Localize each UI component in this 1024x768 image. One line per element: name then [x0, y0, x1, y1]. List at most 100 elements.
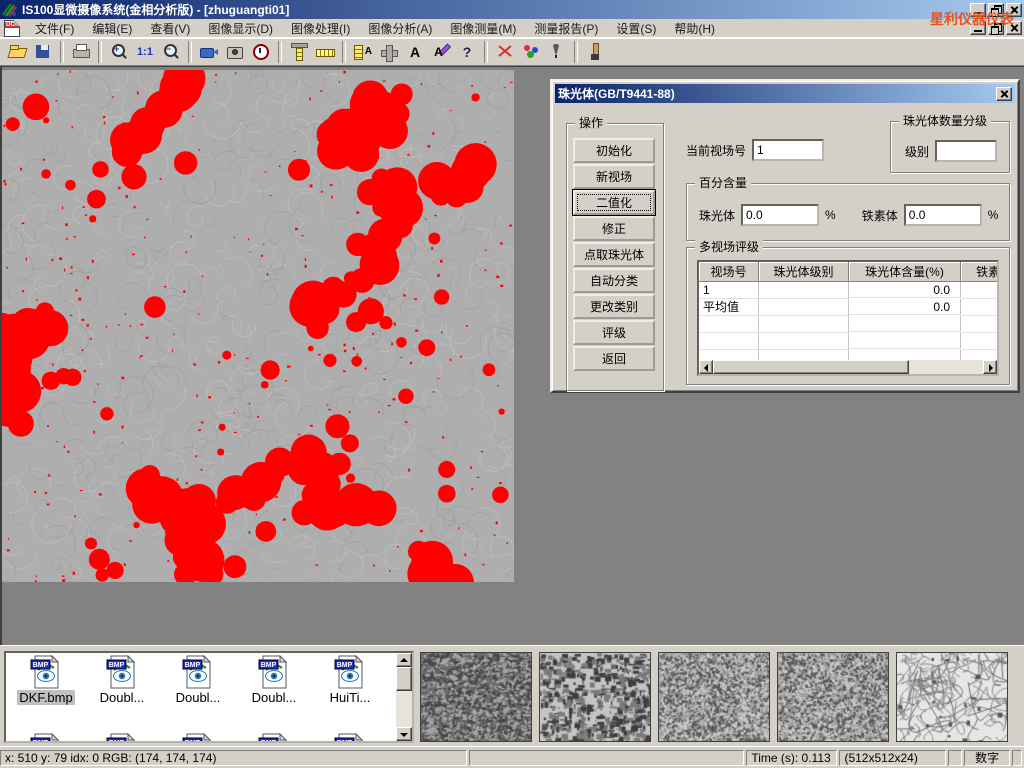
- status-time: Time (s): 0.113: [746, 750, 837, 766]
- menu-item-edit[interactable]: 编辑(E): [83, 18, 141, 39]
- col-ferrite-content: 铁素体含量(%): [961, 262, 999, 282]
- file-item[interactable]: BMP DKF.bmp: [8, 655, 84, 705]
- thumbnail-4[interactable]: [777, 652, 889, 742]
- grade-label: 级别: [905, 143, 929, 160]
- bmp-file-icon: BMP: [181, 733, 215, 743]
- file-item[interactable]: BMP: [8, 733, 84, 743]
- document-icon: [4, 20, 20, 37]
- scroll-up-button[interactable]: [396, 653, 412, 667]
- specimen-image[interactable]: [2, 70, 514, 582]
- table-empty-row: [699, 316, 997, 333]
- timer-button[interactable]: [248, 40, 274, 64]
- file-name[interactable]: Doubl...: [250, 690, 299, 705]
- scroll-left-button[interactable]: [699, 360, 713, 374]
- file-row-1: BMP DKF.bmp BMP Doubl...: [8, 655, 388, 705]
- table-row[interactable]: 1 0.0: [699, 282, 997, 299]
- svg-text:BMP: BMP: [109, 740, 125, 743]
- change-class-button[interactable]: 更改类别: [573, 294, 655, 319]
- scrollbar-thumb[interactable]: [396, 667, 412, 691]
- file-item[interactable]: BMP HuiTi...: [312, 655, 388, 705]
- grade-button[interactable]: 评级: [573, 320, 655, 345]
- measure-annotation-button[interactable]: A: [350, 40, 376, 64]
- grade-group-label: 珠光体数量分级: [899, 114, 991, 128]
- pick-pearlite-button[interactable]: 点取珠光体: [573, 242, 655, 267]
- text-edit-button[interactable]: A: [428, 40, 454, 64]
- application-window: IS100显微摄像系统(金相分析版) - [zhuguangti01] 星利仪器…: [0, 0, 1024, 768]
- current-field-input[interactable]: [752, 139, 824, 161]
- table-row[interactable]: 平均值 0.0: [699, 299, 997, 316]
- new-field-button[interactable]: 新视场: [573, 164, 655, 189]
- return-button[interactable]: 返回: [573, 346, 655, 371]
- menu-item-image-measure[interactable]: 图像测量(M): [441, 18, 525, 39]
- menu-item-measure-report[interactable]: 测量报告(P): [525, 18, 607, 39]
- ferrite-percent-input[interactable]: [904, 204, 982, 226]
- scroll-down-button[interactable]: [396, 727, 412, 741]
- curve-tool-button[interactable]: [492, 40, 518, 64]
- camera-capture-button[interactable]: [222, 40, 248, 64]
- bmp-file-icon: BMP: [105, 655, 139, 689]
- menu-item-image-processing[interactable]: 图像处理(I): [282, 18, 359, 39]
- zoom-in-button[interactable]: +: [106, 40, 132, 64]
- toolbar-separator: [188, 41, 192, 63]
- bottom-panel: BMP DKF.bmp BMP Doubl...: [0, 645, 1024, 746]
- file-name[interactable]: Doubl...: [174, 690, 223, 705]
- file-item[interactable]: BMP: [312, 733, 388, 743]
- operations-group-label: 操作: [575, 116, 607, 130]
- brush-tool-button[interactable]: [582, 40, 608, 64]
- table-horizontal-scrollbar[interactable]: [699, 360, 997, 374]
- move-tool-button[interactable]: [376, 40, 402, 64]
- print-button[interactable]: [68, 40, 94, 64]
- menu-item-settings[interactable]: 设置(S): [607, 18, 665, 39]
- menu-item-view[interactable]: 查看(V): [141, 18, 199, 39]
- binarize-button[interactable]: 二值化: [573, 190, 655, 215]
- grade-input[interactable]: [935, 140, 997, 162]
- title-bar: IS100显微摄像系统(金相分析版) - [zhuguangti01]: [0, 0, 1024, 19]
- text-tool-button[interactable]: A: [402, 40, 428, 64]
- open-file-button[interactable]: [4, 40, 30, 64]
- file-row-2: BMP BMP BMP: [8, 733, 388, 743]
- thumbnail-5[interactable]: [896, 652, 1008, 742]
- auto-classify-button[interactable]: 自动分类: [573, 268, 655, 293]
- thumbnail-2[interactable]: [539, 652, 651, 742]
- file-name[interactable]: Doubl...: [98, 690, 147, 705]
- menu-item-image-display[interactable]: 图像显示(D): [199, 18, 282, 39]
- file-item[interactable]: BMP Doubl...: [160, 655, 236, 705]
- file-item[interactable]: BMP Doubl...: [84, 655, 160, 705]
- dialog-title-bar[interactable]: 珠光体(GB/T9441-88): [555, 84, 1015, 103]
- thumbnail-1[interactable]: [420, 652, 532, 742]
- video-capture-button[interactable]: [196, 40, 222, 64]
- menu-item-image-analysis[interactable]: 图像分析(A): [359, 18, 441, 39]
- file-list[interactable]: BMP DKF.bmp BMP Doubl...: [4, 651, 414, 743]
- thumbnail-3[interactable]: [658, 652, 770, 742]
- window-title: IS100显微摄像系统(金相分析版) - [zhuguangti01]: [22, 1, 970, 18]
- pearlite-percent-input[interactable]: [741, 204, 819, 226]
- status-mode: 数字: [964, 750, 1010, 766]
- file-item[interactable]: BMP Doubl...: [236, 655, 312, 705]
- toolbar: +1:1−AAA?: [0, 38, 1024, 66]
- menu-item-file[interactable]: 文件(F): [26, 18, 83, 39]
- caliper-measure-button[interactable]: [286, 40, 312, 64]
- ruler-measure-button[interactable]: [312, 40, 338, 64]
- file-item[interactable]: BMP: [84, 733, 160, 743]
- color-classify-button[interactable]: [518, 40, 544, 64]
- zoom-out-button[interactable]: −: [158, 40, 184, 64]
- rating-table[interactable]: 视场号 珠光体级别 珠光体含量(%) 铁素体含量(%) 1 0.0: [697, 260, 999, 376]
- actual-size-button[interactable]: 1:1: [132, 40, 158, 64]
- file-item[interactable]: BMP: [236, 733, 312, 743]
- table-empty-row: [699, 333, 997, 350]
- file-list-scrollbar[interactable]: [396, 653, 412, 741]
- save-button[interactable]: [30, 40, 56, 64]
- scrollbar-thumb[interactable]: [713, 360, 909, 374]
- scroll-right-button[interactable]: [983, 360, 997, 374]
- init-button[interactable]: 初始化: [573, 138, 655, 163]
- pen-tool-button[interactable]: [544, 40, 570, 64]
- file-name[interactable]: DKF.bmp: [17, 690, 74, 705]
- file-name[interactable]: HuiTi...: [328, 690, 373, 705]
- svg-text:BMP: BMP: [33, 662, 49, 669]
- help-button[interactable]: ?: [454, 40, 480, 64]
- dialog-close-button[interactable]: [996, 87, 1012, 101]
- menu-item-help[interactable]: 帮助(H): [665, 18, 724, 39]
- file-item[interactable]: BMP: [160, 733, 236, 743]
- toolbar-separator: [278, 41, 282, 63]
- correct-button[interactable]: 修正: [573, 216, 655, 241]
